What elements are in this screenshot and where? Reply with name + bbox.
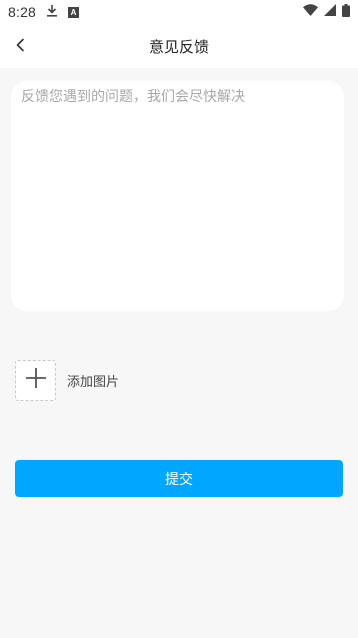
status-time: 8:28 [8, 4, 37, 20]
feedback-card [11, 81, 344, 311]
a-badge-icon: A [68, 6, 80, 18]
back-button[interactable] [8, 33, 34, 59]
plus-icon [25, 367, 47, 393]
submit-button[interactable]: 提交 [15, 460, 343, 497]
download-icon [46, 4, 58, 21]
signal-icon [324, 4, 336, 20]
add-image-label: 添加图片 [67, 374, 120, 390]
battery-icon [342, 3, 350, 21]
status-left-icons: A [46, 4, 80, 21]
status-right-icons [303, 3, 350, 21]
feedback-input[interactable] [21, 87, 334, 305]
add-image-row: 添加图片 [15, 359, 119, 401]
back-arrow-icon [15, 37, 27, 56]
app-bar: 意见反馈 [0, 24, 358, 68]
status-bar: 8:28 A [0, 0, 358, 24]
wifi-icon [303, 4, 318, 20]
add-image-button[interactable] [15, 359, 56, 401]
page-title: 意见反馈 [148, 37, 209, 56]
